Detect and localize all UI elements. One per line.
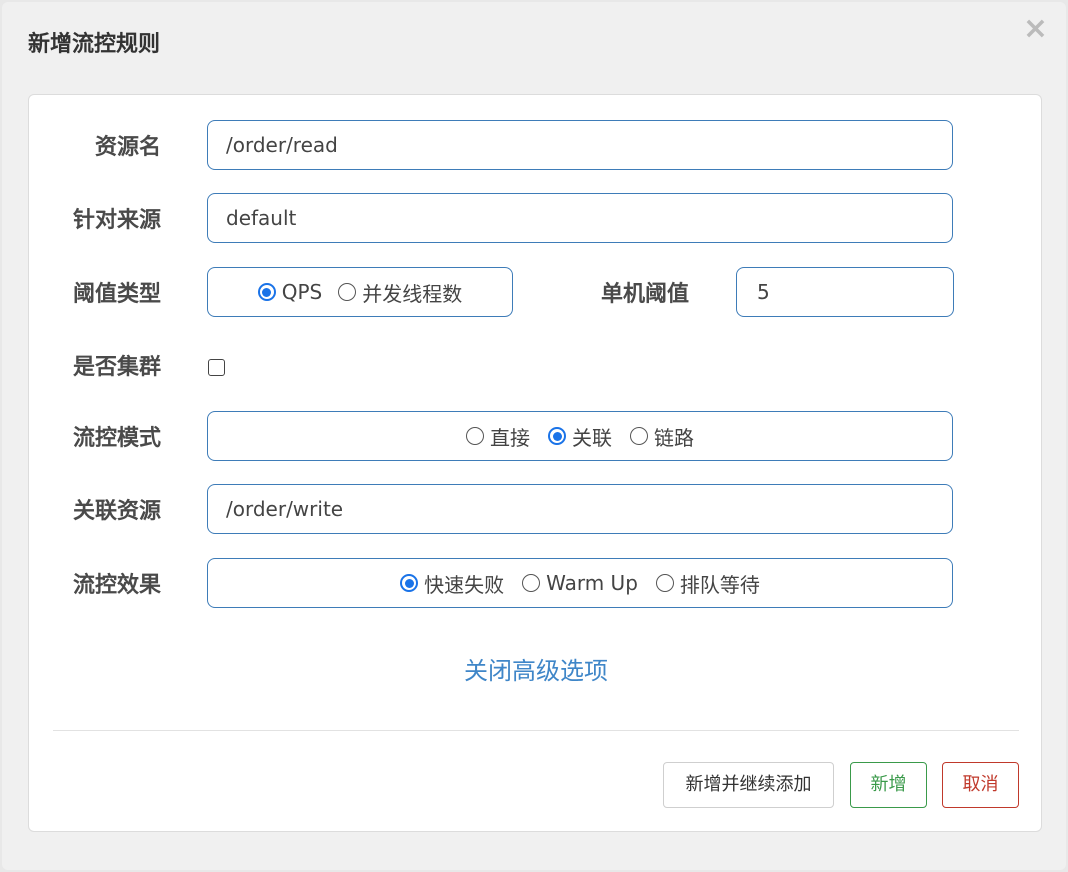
footer-divider <box>53 730 1019 731</box>
behavior-fast-fail-label: 快速失败 <box>424 572 505 597</box>
radio-unchecked-icon[interactable] <box>522 574 541 592</box>
radio-unchecked-icon[interactable] <box>630 427 648 445</box>
cluster-label: 是否集群 <box>72 355 161 380</box>
control-behavior-label: 流控效果 <box>72 573 161 598</box>
strategy-label: 流控模式 <box>72 426 161 451</box>
threshold-count-label: 单机阈值 <box>600 282 689 307</box>
resource-name-label: 资源名 <box>94 135 161 160</box>
behavior-warm-up[interactable]: Warm Up <box>522 571 638 595</box>
add-and-continue-button[interactable]: 新增并继续添加 <box>663 762 834 808</box>
radio-checked-icon[interactable] <box>400 574 419 592</box>
threshold-type-group: QPS 并发线程数 <box>207 267 513 317</box>
ref-resource-label: 关联资源 <box>72 499 161 524</box>
dialog-title: 新增流控规则 <box>28 32 161 57</box>
behavior-queue-label: 排队等待 <box>679 572 760 597</box>
threshold-type-qps-label: QPS <box>281 280 323 304</box>
strategy-chain-label: 链路 <box>654 425 694 450</box>
add-flow-rule-dialog: 新增流控规则 × 资源名 /order/read 针对来源 default 阈值… <box>2 2 1066 870</box>
radio-checked-icon[interactable] <box>257 283 276 301</box>
radio-unchecked-icon[interactable] <box>655 574 674 592</box>
behavior-warm-up-label: Warm Up <box>546 571 638 595</box>
strategy-group: 直接 关联 链路 <box>207 411 953 461</box>
close-icon[interactable]: × <box>1023 14 1048 44</box>
strategy-relate-label: 关联 <box>572 425 612 450</box>
threshold-type-qps[interactable]: QPS <box>257 280 323 304</box>
behavior-fast-fail[interactable]: 快速失败 <box>400 569 504 598</box>
cluster-checkbox[interactable] <box>208 359 225 376</box>
threshold-type-thread[interactable]: 并发线程数 <box>338 278 462 307</box>
strategy-direct[interactable]: 直接 <box>466 422 530 451</box>
close-advanced-options-link[interactable]: 关闭高级选项 <box>29 656 1043 686</box>
cancel-button[interactable]: 取消 <box>942 762 1019 808</box>
radio-unchecked-icon[interactable] <box>466 427 484 445</box>
origin-input[interactable]: default <box>207 193 953 243</box>
threshold-count-input[interactable]: 5 <box>736 267 954 317</box>
strategy-chain[interactable]: 链路 <box>630 422 694 451</box>
origin-label: 针对来源 <box>72 208 161 233</box>
form-panel: 资源名 /order/read 针对来源 default 阈值类型 QPS 并发… <box>28 94 1042 832</box>
behavior-queue[interactable]: 排队等待 <box>655 569 760 598</box>
threshold-type-label: 阈值类型 <box>72 282 161 307</box>
strategy-relate[interactable]: 关联 <box>548 422 612 451</box>
strategy-direct-label: 直接 <box>490 425 530 450</box>
ref-resource-input[interactable]: /order/write <box>207 484 953 534</box>
radio-unchecked-icon[interactable] <box>338 283 357 301</box>
resource-name-input[interactable]: /order/read <box>207 120 953 170</box>
threshold-type-thread-label: 并发线程数 <box>362 281 463 306</box>
add-button[interactable]: 新增 <box>850 762 927 808</box>
control-behavior-group: 快速失败 Warm Up 排队等待 <box>207 558 953 608</box>
radio-checked-icon[interactable] <box>548 427 566 445</box>
